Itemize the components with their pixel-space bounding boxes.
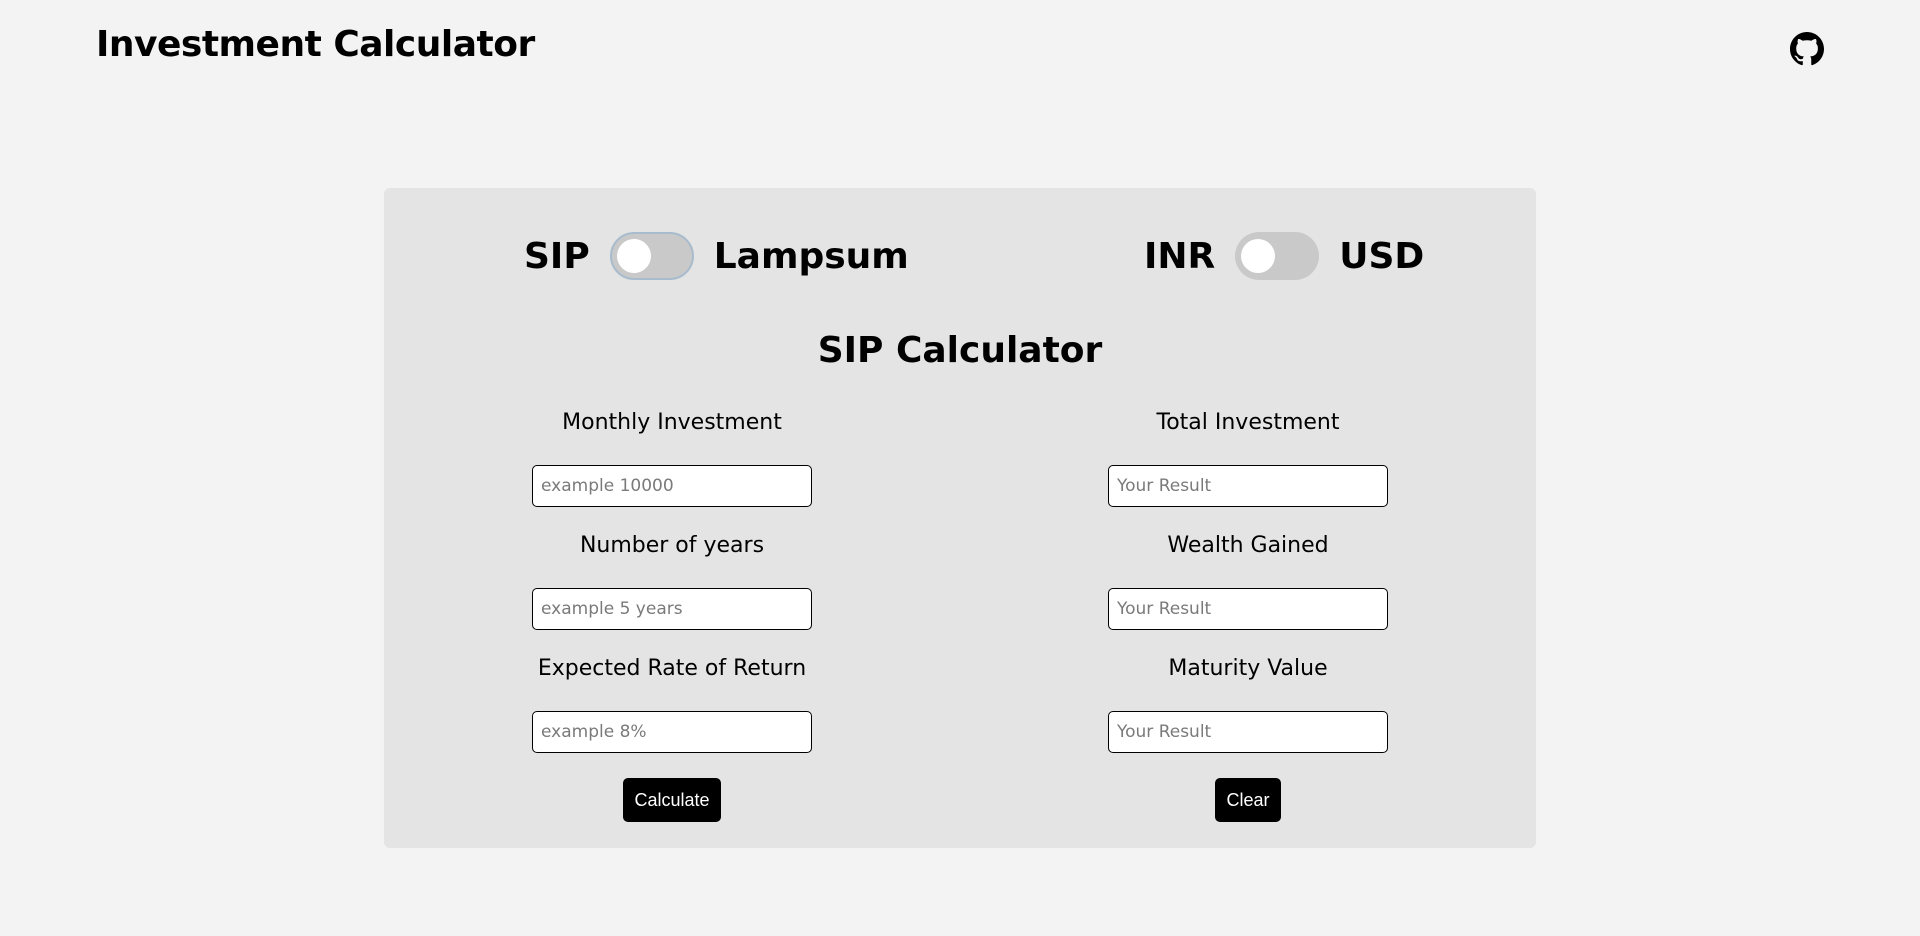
page-header: Investment Calculator	[0, 0, 1920, 100]
number-of-years-label: Number of years	[579, 533, 765, 558]
usd-label: USD	[1339, 235, 1425, 277]
wealth-gained-field: Wealth Gained	[1108, 533, 1388, 656]
switch-knob	[616, 239, 651, 273]
calculator-title: SIP Calculator	[817, 330, 1103, 371]
rate-of-return-input[interactable]	[532, 711, 812, 753]
clear-button[interactable]: Clear	[1215, 778, 1281, 822]
monthly-investment-input[interactable]	[532, 465, 812, 507]
monthly-investment-field: Monthly Investment	[532, 410, 812, 533]
rate-of-return-field: Expected Rate of Return	[532, 656, 812, 779]
maturity-value-output[interactable]	[1108, 711, 1388, 753]
calculator-card: SIP Lampsum INR USD SIP Calculator Month…	[384, 188, 1536, 848]
maturity-value-field: Maturity Value	[1108, 656, 1388, 779]
sip-label: SIP	[524, 235, 590, 277]
mode-toggle-group: SIP Lampsum	[524, 228, 909, 284]
rate-of-return-label: Expected Rate of Return	[537, 656, 807, 681]
total-investment-label: Total Investment	[1156, 410, 1340, 435]
lampsum-label: Lampsum	[713, 235, 909, 277]
number-of-years-field: Number of years	[532, 533, 812, 656]
currency-toggle-group: INR USD	[1144, 228, 1424, 284]
total-investment-output[interactable]	[1108, 465, 1388, 507]
switch-knob	[1241, 239, 1276, 273]
total-investment-field: Total Investment	[1108, 410, 1388, 533]
github-icon	[1790, 32, 1824, 66]
wealth-gained-output[interactable]	[1108, 588, 1388, 630]
maturity-value-label: Maturity Value	[1168, 656, 1328, 681]
result-column: Total Investment Wealth Gained Maturity …	[1108, 410, 1388, 779]
wealth-gained-label: Wealth Gained	[1167, 533, 1329, 558]
calculate-button[interactable]: Calculate	[623, 778, 721, 822]
input-column: Monthly Investment Number of years Expec…	[532, 410, 812, 779]
app-title: Investment Calculator	[96, 24, 535, 65]
inr-usd-switch[interactable]	[1235, 232, 1320, 280]
sip-lampsum-switch[interactable]	[609, 232, 694, 280]
inr-label: INR	[1144, 235, 1216, 277]
number-of-years-input[interactable]	[532, 588, 812, 630]
github-link[interactable]	[1790, 32, 1824, 66]
monthly-investment-label: Monthly Investment	[562, 410, 782, 435]
